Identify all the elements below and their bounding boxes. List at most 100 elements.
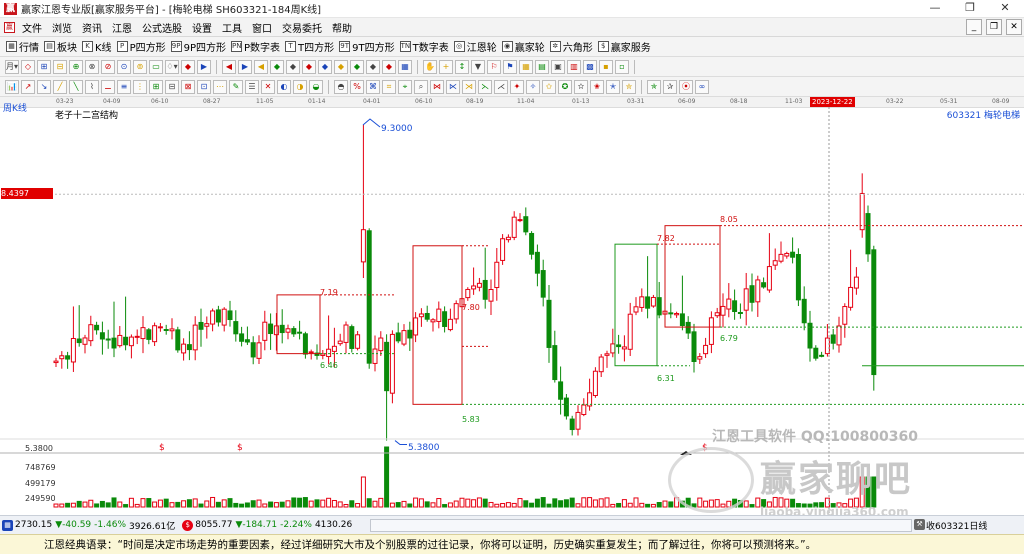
toolbar-button-hexagon[interactable]: ✲ 六角形 xyxy=(549,39,593,54)
menu-help[interactable]: 帮助 xyxy=(327,20,357,35)
analysis-tool-icon[interactable]: ⋉ xyxy=(446,79,460,94)
analysis-tool-icon[interactable]: ✫ xyxy=(574,79,588,94)
toolbar-button-gann-wheel[interactable]: ◎ 江恩轮 xyxy=(453,39,497,54)
toolbar-button-kline[interactable]: K K线 xyxy=(82,39,112,54)
analysis-tool-icon[interactable]: ✕ xyxy=(261,79,275,94)
analysis-tool-icon[interactable]: % xyxy=(350,79,364,94)
analysis-tool-icon[interactable]: ☰ xyxy=(245,79,259,94)
toolbar-button-t-square[interactable]: T T四方形 xyxy=(285,39,334,54)
menu-settings[interactable]: 设置 xyxy=(187,20,217,35)
analysis-tool-icon[interactable]: ⋯ xyxy=(213,79,227,94)
draw-tool-icon[interactable]: ◆ xyxy=(181,59,195,74)
draw-tool-icon[interactable]: ⊕ xyxy=(69,59,83,74)
analysis-tool-icon[interactable]: ╲ xyxy=(69,79,83,94)
draw-tool-icon[interactable]: ◆ xyxy=(270,59,284,74)
analysis-tool-icon[interactable]: ✪ xyxy=(558,79,572,94)
draw-tool-icon[interactable]: ◆ xyxy=(366,59,380,74)
analysis-tool-icon[interactable]: ◒ xyxy=(309,79,323,94)
menu-browse[interactable]: 浏览 xyxy=(47,20,77,35)
toolbar-button-winner-wheel[interactable]: ◉ 赢家轮 xyxy=(501,39,545,54)
menu-tools[interactable]: 工具 xyxy=(217,20,247,35)
toolbar-button-9p-square[interactable]: 9P 9P四方形 xyxy=(170,39,226,54)
analysis-tool-icon[interactable]: ⌖ xyxy=(398,79,412,94)
analysis-tool-icon[interactable]: ✭ xyxy=(606,79,620,94)
draw-tool-icon[interactable]: ▼ xyxy=(471,59,485,74)
menu-window[interactable]: 窗口 xyxy=(247,20,277,35)
analysis-tool-icon[interactable]: ✩ xyxy=(542,79,556,94)
draw-tool-icon[interactable]: ▣ xyxy=(551,59,565,74)
analysis-tool-icon[interactable]: ✎ xyxy=(229,79,243,94)
draw-tool-icon[interactable]: ↕ xyxy=(455,59,469,74)
sz-index-icon[interactable]: $ xyxy=(182,519,194,531)
analysis-tool-icon[interactable]: ⋌ xyxy=(494,79,508,94)
draw-tool-icon[interactable]: ⊘ xyxy=(101,59,115,74)
analysis-tool-icon[interactable]: ↗ xyxy=(21,79,35,94)
analysis-tool-icon[interactable]: ✮ xyxy=(622,79,636,94)
doc-icon[interactable]: 赢 xyxy=(4,21,15,33)
period-label[interactable]: 周K线 xyxy=(3,101,27,114)
kline-chart-area[interactable]: 周K线 老子十二宫结构 603321 梅轮电梯 8.4397 9.3000 5.… xyxy=(0,104,1024,519)
maximize-button[interactable]: ❐ xyxy=(955,0,985,17)
tool-icon[interactable]: ⚒ xyxy=(914,519,925,530)
toolbar-button-pn[interactable]: PN P数字表 xyxy=(231,39,280,54)
analysis-tool-icon[interactable]: ✬ xyxy=(590,79,604,94)
analysis-tool-icon[interactable]: ⌇ xyxy=(85,79,99,94)
mdi-close-button[interactable]: ✕ xyxy=(1006,19,1022,35)
draw-tool-icon[interactable]: ⊟ xyxy=(53,59,67,74)
analysis-tool-icon[interactable]: ⋮ xyxy=(133,79,147,94)
analysis-tool-icon[interactable]: ⊞ xyxy=(149,79,163,94)
draw-tool-icon[interactable]: ✋ xyxy=(423,59,437,74)
mdi-restore-button[interactable]: ❐ xyxy=(986,19,1002,35)
draw-tool-icon[interactable]: ▤ xyxy=(535,59,549,74)
analysis-tool-icon[interactable]: ⚊ xyxy=(101,79,115,94)
toolbar-button-9t-square[interactable]: 9T 9T四方形 xyxy=(339,39,395,54)
draw-tool-icon[interactable]: ◆ xyxy=(382,59,396,74)
analysis-tool-icon[interactable]: ✦ xyxy=(510,79,524,94)
draw-tool-icon[interactable]: ◆ xyxy=(286,59,300,74)
menu-formula[interactable]: 公式选股 xyxy=(137,20,187,35)
draw-tool-icon[interactable]: ▫ xyxy=(615,59,629,74)
toolbar-button-service[interactable]: $ 赢家服务 xyxy=(597,39,651,54)
analysis-tool-icon[interactable]: ∞ xyxy=(695,79,709,94)
analysis-tool-icon[interactable]: ⊟ xyxy=(165,79,179,94)
toolbar-button-grid[interactable]: ▦ 行情 xyxy=(6,39,39,54)
draw-tool-icon[interactable]: ⚐ xyxy=(487,59,501,74)
mdi-minimize-button[interactable]: _ xyxy=(966,19,982,35)
analysis-tool-icon[interactable]: ⋋ xyxy=(478,79,492,94)
analysis-tool-icon[interactable]: ≡ xyxy=(117,79,131,94)
analysis-tool-icon[interactable]: ↘ xyxy=(37,79,51,94)
draw-tool-icon[interactable]: ▭ xyxy=(149,59,163,74)
draw-tool-icon[interactable]: ◆ xyxy=(350,59,364,74)
draw-tool-icon[interactable]: ⊞ xyxy=(37,59,51,74)
analysis-tool-icon[interactable]: ◓ xyxy=(334,79,348,94)
draw-tool-icon[interactable]: ◆ xyxy=(302,59,316,74)
analysis-tool-icon[interactable]: ⦿ xyxy=(679,79,693,94)
analysis-tool-icon[interactable]: ◑ xyxy=(293,79,307,94)
draw-tool-icon[interactable]: ⊙ xyxy=(117,59,131,74)
draw-tool-icon[interactable]: ▦ xyxy=(519,59,533,74)
draw-tool-icon[interactable]: ⊚ xyxy=(133,59,147,74)
analysis-tool-icon[interactable]: ⌗ xyxy=(382,79,396,94)
analysis-tool-icon[interactable]: ╱ xyxy=(53,79,67,94)
analysis-tool-icon[interactable]: ✧ xyxy=(526,79,540,94)
draw-tool-icon[interactable]: ▶ xyxy=(238,59,252,74)
draw-tool-icon[interactable]: ▶ xyxy=(197,59,211,74)
analysis-tool-icon[interactable]: ⊠ xyxy=(181,79,195,94)
analysis-tool-icon[interactable]: ⋊ xyxy=(462,79,476,94)
draw-tool-icon[interactable]: ⊗ xyxy=(85,59,99,74)
draw-tool-icon[interactable]: ◇ xyxy=(21,59,35,74)
analysis-tool-icon[interactable]: ⋈ xyxy=(430,79,444,94)
draw-tool-icon[interactable]: ▥ xyxy=(567,59,581,74)
draw-tool-icon[interactable]: ♢▾ xyxy=(165,59,179,74)
draw-tool-icon[interactable]: ▩ xyxy=(583,59,597,74)
draw-tool-icon[interactable]: ▪ xyxy=(599,59,613,74)
draw-tool-icon[interactable]: ◀ xyxy=(254,59,268,74)
sh-index-icon[interactable]: ▦ xyxy=(2,519,13,531)
analysis-tool-icon[interactable]: 📊 xyxy=(5,79,19,94)
menu-gann[interactable]: 江恩 xyxy=(107,20,137,35)
draw-tool-icon[interactable]: ◀ xyxy=(222,59,236,74)
close-button[interactable]: ✕ xyxy=(990,0,1020,17)
draw-tool-icon[interactable]: 月▾ xyxy=(5,59,19,74)
analysis-tool-icon[interactable]: ✰ xyxy=(663,79,677,94)
minimize-button[interactable]: — xyxy=(920,0,950,17)
